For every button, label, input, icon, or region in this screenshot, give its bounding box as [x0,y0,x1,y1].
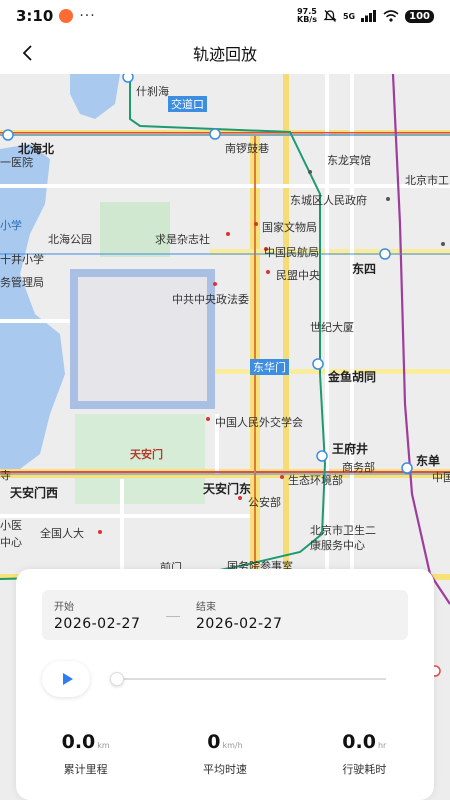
end-date-value[interactable]: 2026-02-27 [196,616,282,632]
network-speed: 97.5 KB/s [297,7,317,24]
start-date-value[interactable]: 2026-02-27 [54,616,140,632]
map-label-gonganbu: 公安部 [248,496,281,509]
map-label-beihai-park: 北海公园 [48,233,92,246]
map-label-si: 寺 [0,469,11,482]
page-title: 轨迹回放 [192,45,257,64]
stat-distance-value: 0.0 [61,731,96,753]
map-label-tiananmen-dong: 天安门东 [203,482,252,496]
map-label-wangfujing: 王府井 [332,442,369,456]
map-label-xiaoyi: 小医 [0,519,22,532]
map-label-nanluoguxiang: 南锣鼓巷 [225,142,269,155]
map-label-shijidasha: 世纪大厦 [310,321,354,334]
battery-indicator: 100 [405,9,434,23]
stat-duration-unit: hr [377,741,387,750]
date-separator [166,616,180,617]
trip-stats: 0.0 km 累计里程 0 km/h 平均时速 0.0 hr 行驶耗时 [16,731,434,777]
stat-duration-value: 0.0 [342,731,376,753]
map-label-kangfu: 康服务中心 [310,539,365,552]
map-label-qiushi: 求是杂志社 [155,233,210,246]
network-type: 5G [342,11,356,21]
map-label-zhongguo: 中国 [432,471,450,484]
stat-avg-speed: 0 km/h 平均时速 [155,731,294,777]
end-date-caption: 结束 [196,602,216,613]
play-button[interactable] [42,661,90,697]
map-label-dongsi: 东四 [352,262,377,276]
play-icon [62,673,73,685]
map-label-zhengfa: 中共中央政法委 [172,293,249,306]
map-label-minmeng: 民盟中央 [276,269,320,282]
stat-avg-speed-caption: 平均时速 [202,763,247,776]
chevron-left-icon [22,45,32,61]
map-label-donghuamen: 东华门 [250,359,289,375]
nav-bar: 轨迹回放 [0,32,450,74]
map-label-shijing-xiaoxue: 十井小学 [0,253,44,266]
map-label-yiyiyuan: 一医院 [0,156,33,169]
status-icons: 97.5 KB/s 5G 100 [297,8,434,24]
status-time: 3:10 [16,7,54,25]
map-label-dongdan: 东单 [416,454,441,468]
signal-icon [361,10,377,22]
stat-duration: 0.0 hr 行驶耗时 [295,731,434,777]
map-label-minhang: 中国民航局 [264,246,319,259]
stat-avg-speed-unit: km/h [222,741,243,750]
map-label-xiao: 小学 [0,219,22,232]
map-label-jiaodaokou: 交道口 [168,96,207,112]
map-label-tiananmen: 天安门 [130,448,163,461]
map-label-zhongxin: 中心 [0,536,22,549]
slider-thumb[interactable] [110,672,124,686]
mute-icon [323,10,337,22]
stat-distance-unit: km [97,741,110,750]
end-date-group[interactable]: 结束 2026-02-27 [196,598,282,632]
start-date-group[interactable]: 开始 2026-02-27 [54,598,140,632]
app-notification-icon [59,9,74,23]
start-date-caption: 开始 [54,602,74,613]
playback-progress-slider[interactable] [110,672,386,686]
map-label-shengtai: 生态环境部 [288,474,343,487]
map-label-shangwubu: 商务部 [342,461,375,474]
wifi-icon [383,10,399,22]
map-label-waijiao: 中国人民外交学会 [215,416,303,429]
back-button[interactable] [12,38,42,68]
map-label-beijing-gong: 北京市工 [405,174,449,187]
playback-panel: 开始 2026-02-27 结束 2026-02-27 0.0 km 累计里程 0… [16,569,434,800]
map-label-shichahai: 什刹海 [136,85,169,98]
map-label-renda: 全国人大 [40,527,84,540]
stat-avg-speed-value: 0 [207,731,221,753]
stat-distance: 0.0 km 累计里程 [16,731,155,777]
more-notifications-icon: ··· [79,8,96,24]
map-label-weijian: 北京市卫生二 [310,524,376,537]
date-range[interactable]: 开始 2026-02-27 结束 2026-02-27 [42,590,408,640]
map-label-dongsi-hotel: 东龙宾馆 [327,154,371,167]
stat-duration-caption: 行驶耗时 [342,763,387,776]
status-bar: 3:10 ··· 97.5 KB/s 5G 100 [0,0,450,32]
map-label-tiananmen-xi: 天安门西 [10,486,59,500]
stat-distance-caption: 累计里程 [63,763,108,776]
map-label-dongcheng-gov: 东城区人民政府 [290,194,367,207]
map-label-jinyu: 金鱼胡同 [328,370,377,384]
map-label-wuguanli: 务管理局 [0,276,44,289]
map-label-wenwu: 国家文物局 [262,221,317,234]
